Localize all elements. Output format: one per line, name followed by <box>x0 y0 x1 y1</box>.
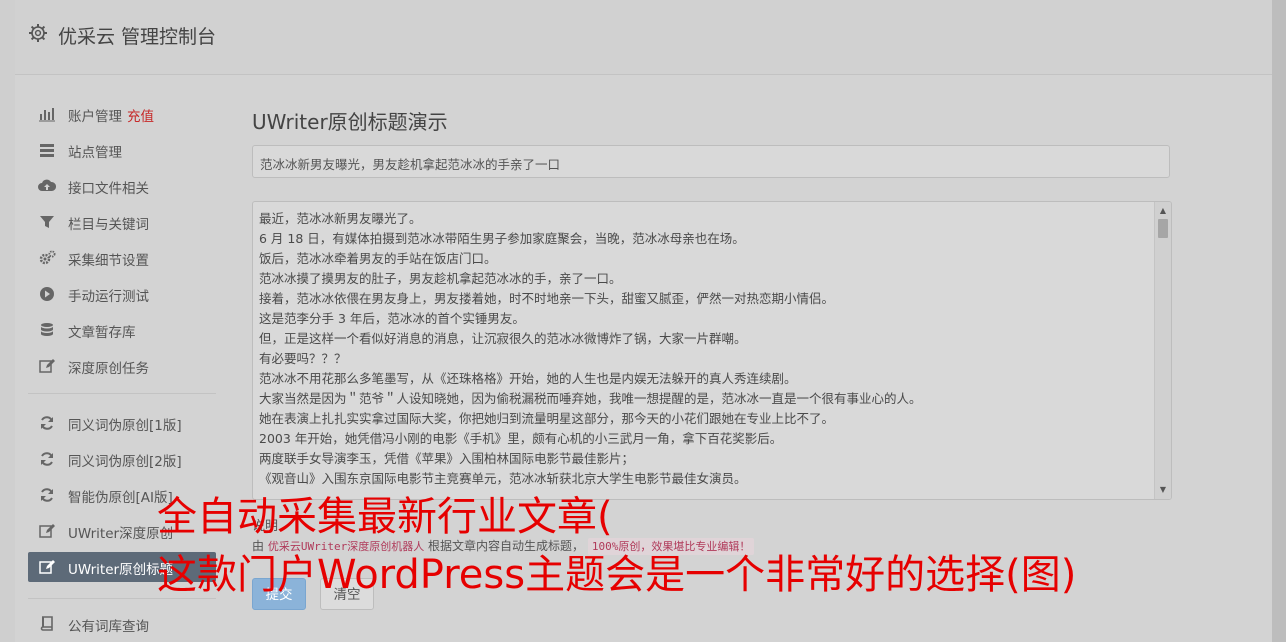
content-line: 饭后，范冰冰牵着男友的手站在饭店门口。 <box>259 251 497 266</box>
note-middle: 根据文章内容自动生成标题， <box>428 539 585 553</box>
content-line: 最近，范冰冰新男友曝光了。 <box>259 211 422 226</box>
sidebar-item-label: 同义词伪原创[2版] <box>68 454 182 470</box>
book-icon <box>38 615 56 633</box>
content-line: 范冰冰不用花那么多笔墨写，从《还珠格格》开始，她的人生也是内娱无法躲开的真人秀连… <box>259 371 797 386</box>
sidebar-item-article-store[interactable]: 文章暂存库 <box>28 315 216 345</box>
content-line: 2003 年开始，她凭借冯小刚的电影《手机》里，颇有心机的小三武月一角，拿下百花… <box>259 431 783 446</box>
sidebar-item-collect-settings[interactable]: 采集细节设置 <box>28 243 216 273</box>
app-title: 优采云 管理控制台 <box>58 26 217 48</box>
server-icon <box>38 141 56 159</box>
article-content-lines: 最近，范冰冰新男友曝光了。 6 月 18 日，有媒体拍摄到范冰冰带陌生男子参加家庭… <box>259 209 1149 489</box>
sidebar-item-label: 采集细节设置 <box>68 253 149 269</box>
content-line: 6 月 18 日，有媒体拍摄到范冰冰带陌生男子参加家庭聚会，当晚，范冰冰母亲也在… <box>259 231 745 246</box>
page-scroll-strip <box>1272 0 1286 642</box>
gear-icon <box>28 23 50 45</box>
sidebar-item-columns-keywords[interactable]: 栏目与关键词 <box>28 207 216 237</box>
edit-icon <box>38 558 56 576</box>
sidebar-item-label: 接口文件相关 <box>68 181 149 197</box>
sidebar-item-sites[interactable]: 站点管理 <box>28 135 216 165</box>
title-input[interactable]: 范冰冰新男友曝光，男友趁机拿起范冰冰的手亲了一口 <box>252 145 1170 178</box>
database-icon <box>38 321 56 339</box>
content-line: 接着，范冰冰依偎在男友身上，男友搂着她，时不时地亲一下头，甜蜜又腻歪，俨然一对热… <box>259 291 835 306</box>
sidebar-item-account[interactable]: 账户管理 充值 <box>28 99 216 129</box>
edit-icon <box>38 522 56 540</box>
sidebar-item-public-lexicon[interactable]: 公有词库查询 <box>28 609 216 639</box>
content-line: 两度联手女导演李玉，凭借《苹果》入围柏林国际电影节最佳影片； <box>259 451 635 466</box>
refresh-icon <box>38 486 56 504</box>
scroll-down-icon[interactable]: ▼ <box>1158 485 1168 495</box>
scroll-thumb[interactable] <box>1158 219 1168 238</box>
sidebar-item-label: 同义词伪原创[1版] <box>68 418 182 434</box>
sidebar-item-label: 手动运行测试 <box>68 289 149 305</box>
cloud-upload-icon <box>38 177 57 195</box>
content-line: 有必要吗？？？ <box>259 351 347 366</box>
overlay-caption-line1: 全自动采集最新行业文章( <box>157 494 613 540</box>
sidebar-item-deep-original-task[interactable]: 深度原创任务 <box>28 351 216 381</box>
sidebar-item-label: 账户管理 <box>68 109 122 125</box>
sidebar-divider <box>28 598 216 599</box>
recharge-link[interactable]: 充值 <box>127 109 154 125</box>
gears-icon <box>38 249 56 267</box>
content-line: 范冰冰摸了摸男友的肚子，男友趁机拿起范冰冰的手，亲了一口。 <box>259 271 622 286</box>
top-header: 优采云 管理控制台 <box>15 0 1272 75</box>
sidebar-item-label: 站点管理 <box>68 145 122 161</box>
sidebar-item-label: 栏目与关键词 <box>68 217 149 233</box>
article-content-textarea[interactable]: 最近，范冰冰新男友曝光了。 6 月 18 日，有媒体拍摄到范冰冰带陌生男子参加家庭… <box>252 201 1172 500</box>
content-line: 这是范李分手 3 年后，范冰冰的首个实锤男友。 <box>259 311 525 326</box>
textarea-scrollbar[interactable]: ▲ ▼ <box>1154 202 1171 499</box>
content-line: 但，正是这样一个看似好消息的消息，让沉寂很久的范冰冰微博炸了锅，大家一片群嘲。 <box>259 331 747 346</box>
overlay-caption-line2: 这款门户WordPress主题会是一个非常好的选择(图) <box>157 552 1077 598</box>
bar-chart-icon <box>38 105 56 123</box>
sidebar-item-manual-run[interactable]: 手动运行测试 <box>28 279 216 309</box>
sidebar-item-interface-files[interactable]: 接口文件相关 <box>28 171 216 201</box>
filter-icon <box>38 213 56 231</box>
refresh-icon <box>38 450 56 468</box>
sidebar-item-label: 深度原创任务 <box>68 361 149 377</box>
note-prefix: 由 <box>252 539 265 553</box>
sidebar-item-synonym-v1[interactable]: 同义词伪原创[1版] <box>28 408 216 438</box>
content-line: 《观音山》入围东京国际电影节主竞赛单元，范冰冰斩获北京大学生电影节最佳女演员。 <box>259 471 747 486</box>
refresh-icon <box>38 414 56 432</box>
play-circle-icon <box>38 285 56 303</box>
page-title: UWriter原创标题演示 <box>252 110 448 134</box>
sidebar-divider <box>28 393 216 394</box>
scroll-up-icon[interactable]: ▲ <box>1158 206 1168 216</box>
edit-icon <box>38 357 56 375</box>
content-line: 她在表演上扎扎实实拿过国际大奖，你把她归到流量明星这部分，那今天的小花们跟她在专… <box>259 411 835 426</box>
sidebar-item-label: 文章暂存库 <box>68 325 136 341</box>
content-line: 大家当然是因为＂范爷＂人设知晓她，因为偷税漏税而唾弃她，我唯一想提醒的是，范冰冰… <box>259 391 922 406</box>
sidebar-item-synonym-v2[interactable]: 同义词伪原创[2版] <box>28 444 216 474</box>
sidebar-item-label: 公有词库查询 <box>68 619 149 635</box>
